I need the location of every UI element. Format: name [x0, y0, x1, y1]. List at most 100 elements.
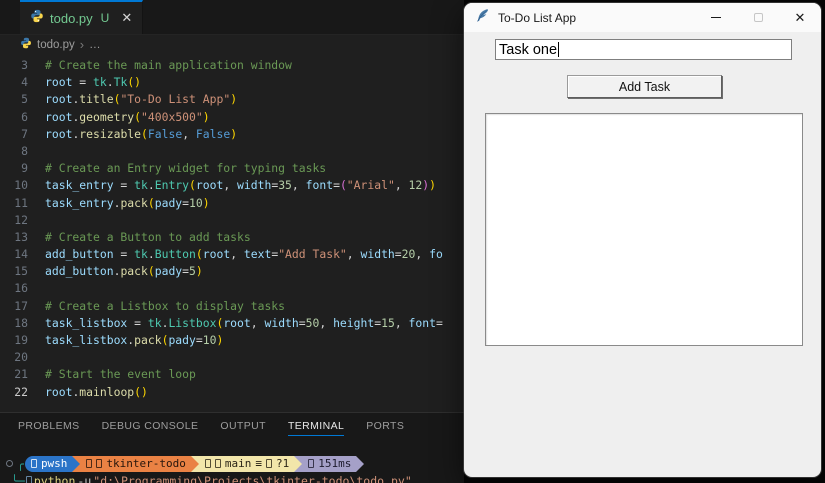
prompt-text: pwsh [41, 457, 68, 470]
line-number: 10 [0, 177, 45, 194]
prompt-text: 151ms [318, 457, 351, 470]
code-content: add_button.pack(pady=5) [45, 263, 203, 280]
panel-tab-ports[interactable]: PORTS [366, 417, 404, 436]
powerline-arrow [191, 456, 199, 472]
tofu-icon [266, 459, 272, 468]
python-icon [20, 37, 32, 52]
task-listbox[interactable] [485, 113, 803, 346]
code-line: 16 [0, 280, 464, 297]
line-number: 19 [0, 332, 45, 349]
code-content: root.title("To-Do List App") [45, 91, 237, 108]
code-content: add_button = tk.Button(root, text="Add T… [45, 246, 443, 263]
tab-close-icon[interactable]: ✕ [121, 10, 132, 26]
panel-tab-terminal[interactable]: TERMINAL [288, 417, 344, 436]
code-content: task_listbox = tk.Listbox(root, width=50… [45, 315, 443, 332]
code-content: # Create the main application window [45, 57, 292, 74]
chevron-right-icon: › [80, 37, 84, 52]
code-content: task_entry = tk.Entry(root, width=35, fo… [45, 177, 436, 194]
code-line: 7root.resizable(False, False) [0, 126, 464, 143]
prompt-segment: pwsh [25, 456, 73, 472]
window-title: To-Do List App [498, 11, 695, 25]
powerline-arrow [72, 456, 80, 472]
line-number: 8 [0, 143, 45, 160]
terminal-command-row: ╰─ python -u "d:\Programming\Projects\tk… [0, 472, 412, 483]
code-line: 12 [0, 212, 464, 229]
code-line: 3# Create the main application window [0, 57, 464, 74]
code-line: 10task_entry = tk.Entry(root, width=35, … [0, 177, 464, 194]
powerline-arrow [356, 456, 364, 472]
code-line: 9# Create an Entry widget for typing tas… [0, 160, 464, 177]
tab-todo-py[interactable]: todo.py U ✕ [20, 0, 143, 34]
tab-bar-lead-space [0, 0, 20, 34]
breadcrumb-more[interactable]: … [89, 39, 101, 51]
tofu-icon [308, 459, 314, 468]
python-icon [30, 9, 44, 28]
line-number: 9 [0, 160, 45, 177]
prompt-segments: pwsh tkinter-todo main≡?1 151ms [25, 456, 364, 472]
line-number: 3 [0, 57, 45, 74]
line-number: 15 [0, 263, 45, 280]
prompt-connector-bottom: ╰─ [11, 474, 25, 483]
python-feather-icon [475, 8, 490, 28]
prompt-segment: main≡?1 [199, 456, 294, 472]
add-task-button[interactable]: Add Task [567, 75, 722, 98]
terminal-prompt-row: ╭ pwsh tkinter-todo main≡?1 151ms [0, 455, 412, 472]
git-status-badge: U [101, 11, 110, 25]
panel-tabs: PROBLEMS DEBUG CONSOLE OUTPUT TERMINAL PORTS [0, 413, 464, 439]
line-number: 12 [0, 212, 45, 229]
line-number: 17 [0, 298, 45, 315]
code-content: root.resizable(False, False) [45, 126, 237, 143]
line-number: 6 [0, 109, 45, 126]
command-path: "d:\Programming\Projects\tkinter-todo\to… [93, 474, 412, 483]
tab-bar: todo.py U ✕ [0, 0, 464, 35]
task-entry-value: Task one [499, 42, 557, 58]
code-content: root.mainloop() [45, 384, 148, 401]
tofu-icon [96, 459, 102, 468]
prompt-connector-top: ╭ [17, 457, 24, 471]
tab-label: todo.py [50, 11, 93, 26]
code-line: 17# Create a Listbox to display tasks [0, 298, 464, 315]
command-flag: -u [77, 474, 91, 483]
code-line: 14add_button = tk.Button(root, text="Add… [0, 246, 464, 263]
line-number: 4 [0, 74, 45, 91]
breadcrumb-file[interactable]: todo.py [37, 39, 75, 51]
maximize-button [737, 3, 779, 32]
bottom-panel: PROBLEMS DEBUG CONSOLE OUTPUT TERMINAL PORTS… [0, 412, 464, 483]
task-entry-input[interactable]: Task one [495, 39, 792, 60]
prompt-text: ?1 [276, 457, 289, 470]
code-line: 6root.geometry("400x500") [0, 109, 464, 126]
code-line: 13# Create a Button to add tasks [0, 229, 464, 246]
tofu-icon [215, 459, 221, 468]
terminal[interactable]: ╭ pwsh tkinter-todo main≡?1 151ms ╰─ python… [0, 455, 412, 483]
code-content: # Start the event loop [45, 366, 196, 383]
code-content: # Create an Entry widget for typing task… [45, 160, 326, 177]
close-button[interactable]: ✕ [779, 3, 821, 32]
line-number: 18 [0, 315, 45, 332]
tkinter-window: To-Do List App ✕ Task one Add Task [464, 3, 821, 477]
command-decoration-icon[interactable] [6, 460, 13, 467]
panel-tab-output[interactable]: OUTPUT [220, 417, 266, 436]
line-number: 14 [0, 246, 45, 263]
panel-tab-debug-console[interactable]: DEBUG CONSOLE [102, 417, 199, 436]
prompt-segment: 151ms [302, 456, 356, 472]
line-number: 13 [0, 229, 45, 246]
line-number: 5 [0, 91, 45, 108]
code-line: 8 [0, 143, 464, 160]
minimize-button[interactable] [695, 3, 737, 32]
editor-code[interactable]: 3# Create the main application window4ro… [0, 54, 464, 401]
code-line: 4root = tk.Tk() [0, 74, 464, 91]
code-content: root = tk.Tk() [45, 74, 141, 91]
tkinter-titlebar[interactable]: To-Do List App ✕ [464, 3, 821, 32]
code-content: root.geometry("400x500") [45, 109, 210, 126]
command-program: python [34, 474, 76, 483]
code-line: 22root.mainloop() [0, 384, 464, 401]
code-line: 11task_entry.pack(pady=10) [0, 195, 464, 212]
code-content: task_entry.pack(pady=10) [45, 195, 210, 212]
code-line: 5root.title("To-Do List App") [0, 91, 464, 108]
code-line: 21# Start the event loop [0, 366, 464, 383]
line-number: 22 [0, 384, 45, 401]
prompt-text: tkinter-todo [106, 457, 185, 470]
powerline-arrow [294, 456, 302, 472]
breadcrumb[interactable]: todo.py › … [0, 35, 464, 54]
panel-tab-problems[interactable]: PROBLEMS [18, 417, 80, 436]
